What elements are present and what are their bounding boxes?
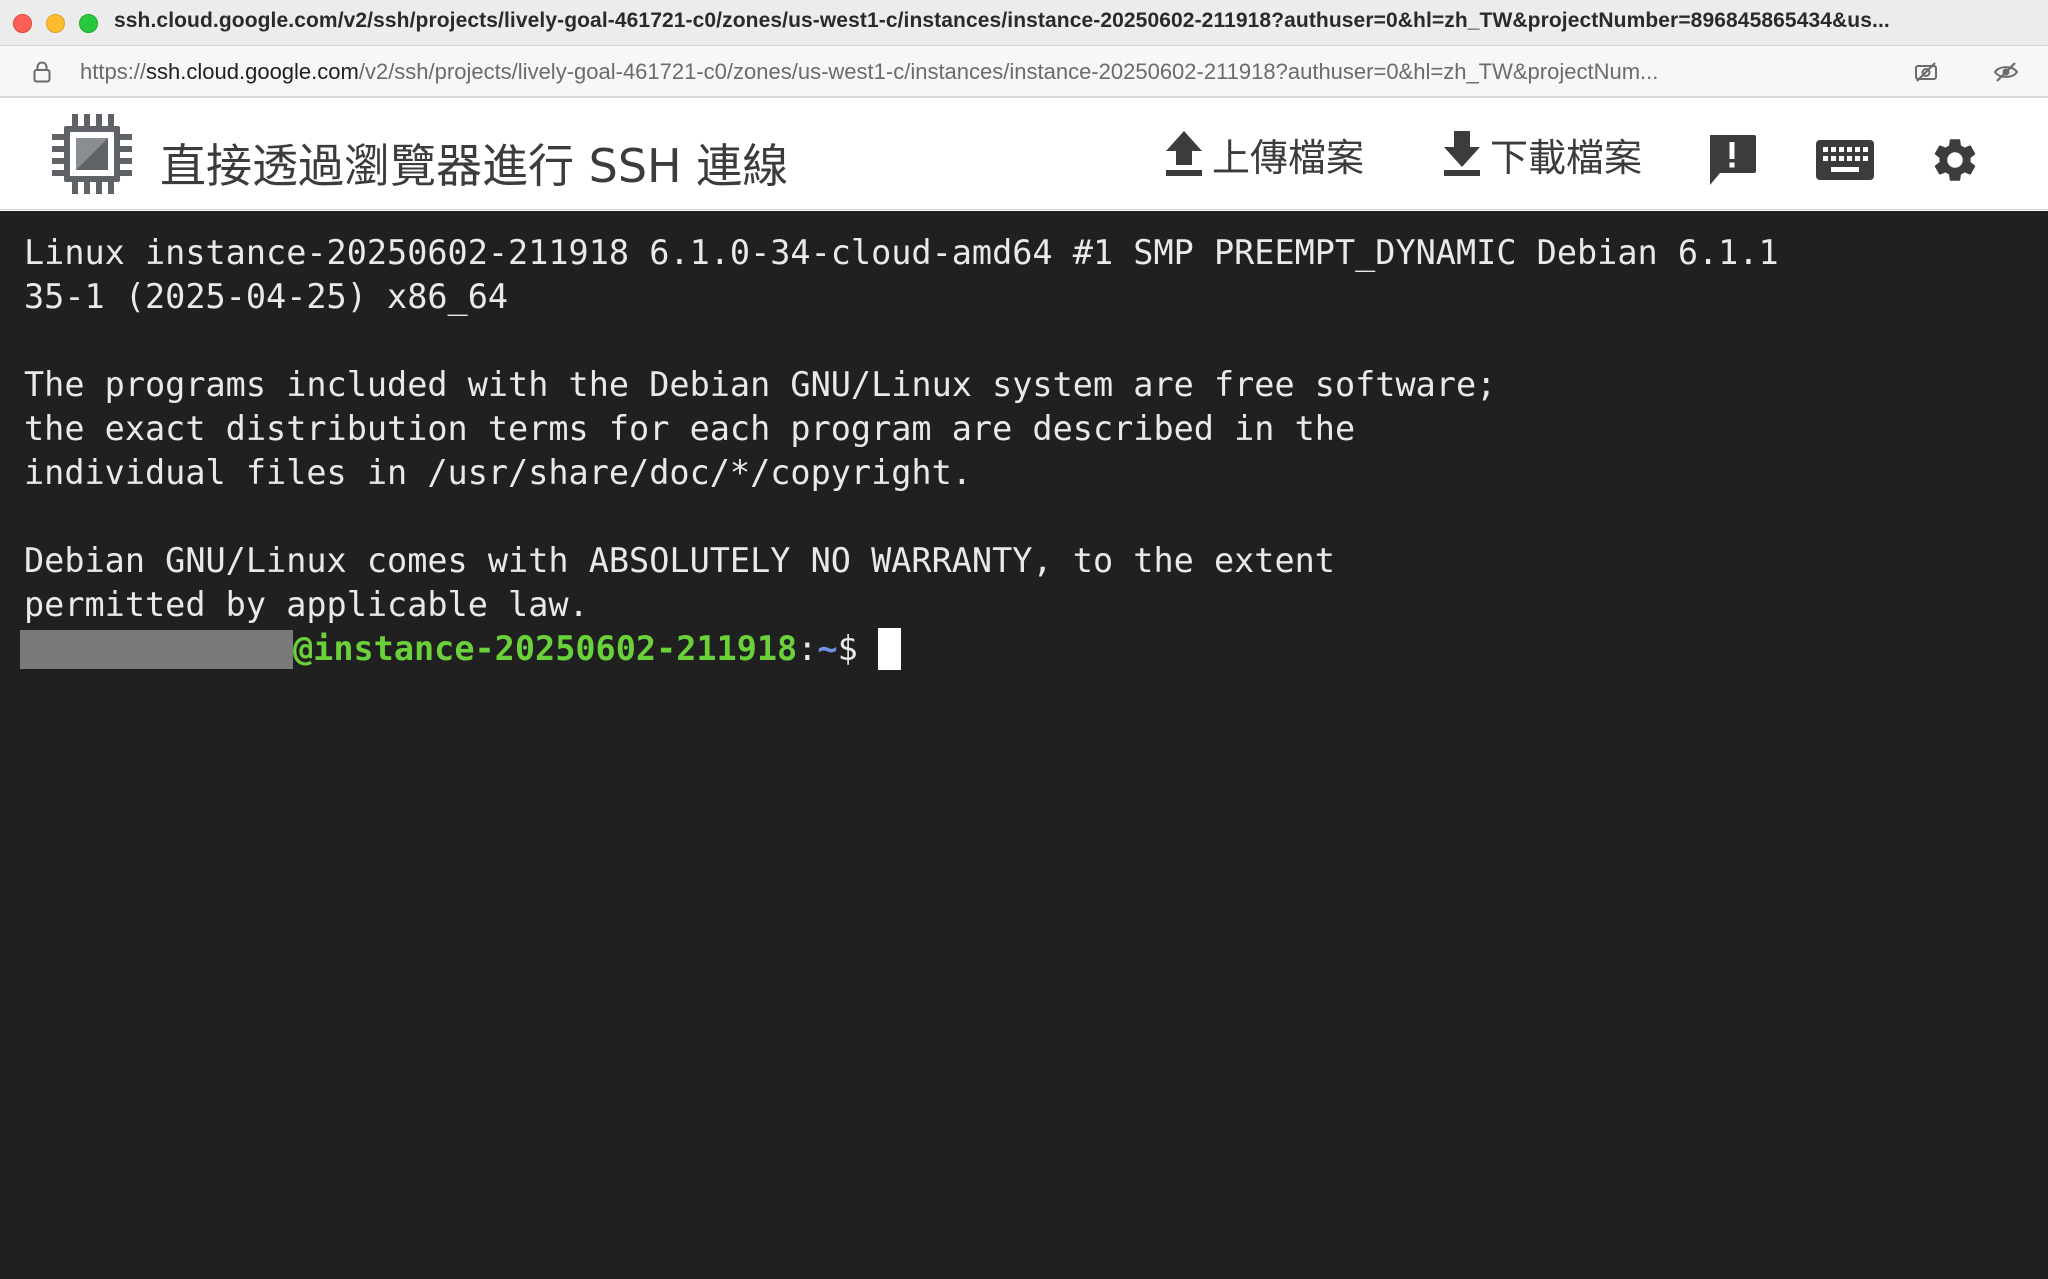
prompt-colon: : xyxy=(797,629,818,668)
upload-file-button[interactable]: 上傳檔案 xyxy=(1162,126,1364,182)
url-scheme: https:// xyxy=(80,59,147,84)
close-window-button[interactable] xyxy=(13,14,32,33)
terminal-cursor[interactable] xyxy=(877,628,901,670)
shell-prompt: @instance-20250602-211918: ~ $ xyxy=(20,627,2048,671)
prompt-path: ~ xyxy=(817,629,838,668)
terminal-line: permitted by applicable law. xyxy=(24,585,589,624)
keyboard-button[interactable] xyxy=(1812,130,1878,190)
feedback-button[interactable] xyxy=(1702,130,1762,190)
zoom-window-button[interactable] xyxy=(79,14,98,33)
prompt-symbol: $ xyxy=(837,629,858,668)
terminal-line: Linux instance-20250602-211918 6.1.0-34-… xyxy=(24,233,1779,272)
compute-engine-chip-icon xyxy=(52,114,132,194)
download-file-label: 下載檔案 xyxy=(1490,135,1643,180)
settings-button[interactable] xyxy=(1925,130,1985,190)
url-text[interactable]: https://ssh.cloud.google.com/v2/ssh/proj… xyxy=(80,59,1880,85)
window-titlebar: ssh.cloud.google.com/v2/ssh/projects/liv… xyxy=(0,0,2048,46)
feedback-icon xyxy=(1710,135,1756,185)
terminal-line: the exact distribution terms for each pr… xyxy=(24,409,1356,448)
download-file-button[interactable]: 下載檔案 xyxy=(1440,126,1642,182)
terminal-line: individual files in /usr/share/doc/*/cop… xyxy=(24,453,972,492)
url-host: ssh.cloud.google.com xyxy=(146,59,359,84)
prompt-host: @instance-20250602-211918 xyxy=(293,629,798,668)
terminal-line: The programs included with the Debian GN… xyxy=(24,365,1497,404)
keyboard-icon xyxy=(1816,140,1874,180)
url-bar[interactable]: https://ssh.cloud.google.com/v2/ssh/proj… xyxy=(0,46,2048,98)
redacted-username xyxy=(20,629,293,669)
camera-off-icon[interactable] xyxy=(1913,59,1939,85)
terminal-line: 35-1 (2025-04-25) x86_64 xyxy=(24,277,509,316)
gear-icon xyxy=(1934,139,1976,181)
terminal-line: Debian GNU/Linux comes with ABSOLUTELY N… xyxy=(24,541,1335,580)
minimize-window-button[interactable] xyxy=(46,14,65,33)
page-title: 直接透過瀏覽器進行 SSH 連線 xyxy=(160,139,789,193)
eye-off-icon[interactable] xyxy=(1993,59,2019,85)
upload-file-label: 上傳檔案 xyxy=(1212,135,1365,180)
window-title: ssh.cloud.google.com/v2/ssh/projects/liv… xyxy=(114,9,1890,32)
terminal[interactable]: Linux instance-20250602-211918 6.1.0-34-… xyxy=(0,211,2048,1279)
upload-icon xyxy=(1166,131,1202,176)
lock-icon xyxy=(33,61,51,83)
url-path: /v2/ssh/projects/lively-goal-461721-c0/z… xyxy=(358,59,1659,84)
download-icon xyxy=(1444,131,1480,176)
ssh-app-header: 直接透過瀏覽器進行 SSH 連線 上傳檔案 下載檔案 xyxy=(0,100,2048,210)
